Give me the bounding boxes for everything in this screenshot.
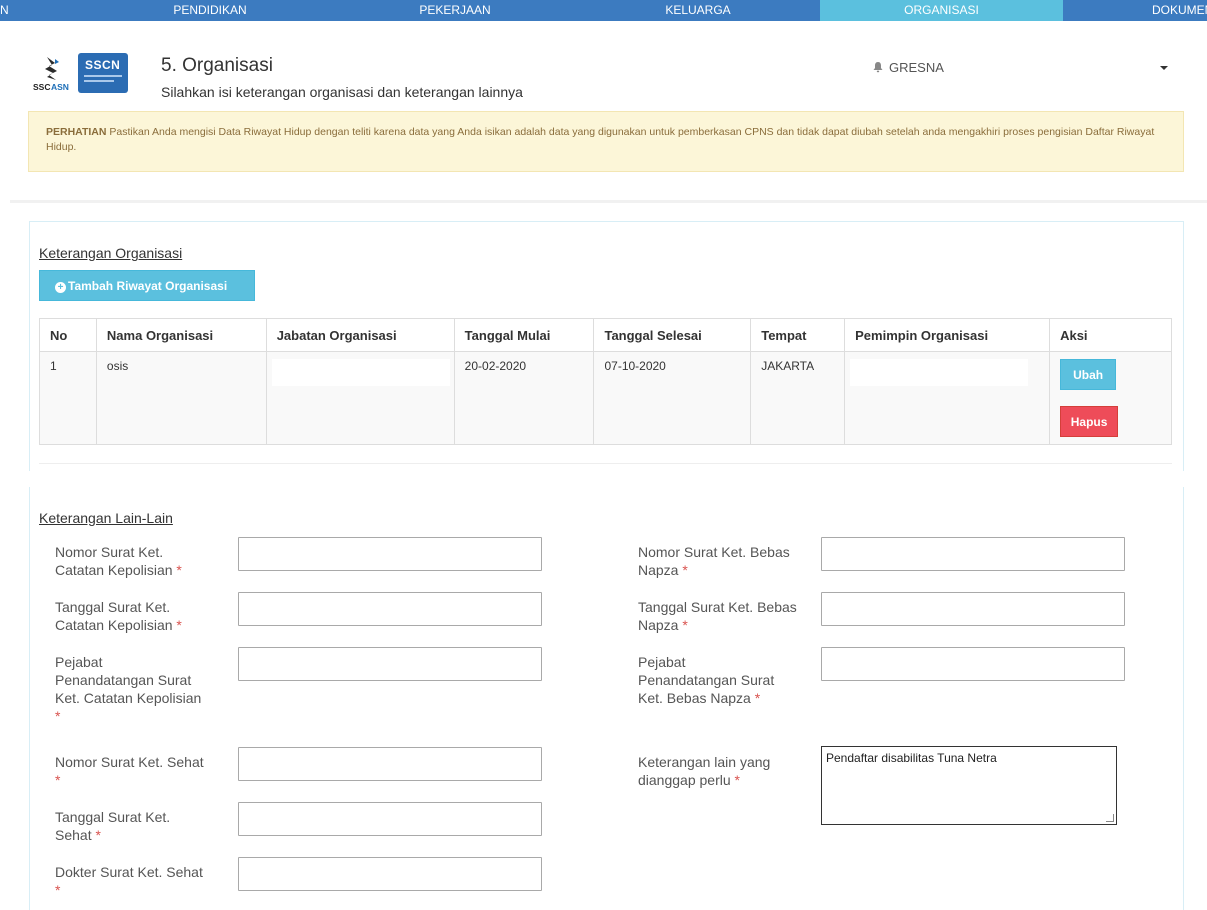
label-tanggal-sehat: Tanggal Surat Ket. Sehat *	[55, 809, 171, 843]
column-header: Pemimpin Organisasi	[844, 318, 1051, 352]
sscasn-logo-icon: SSC ASN	[33, 57, 69, 92]
pejabat-napza-input[interactable]	[821, 647, 1125, 681]
user-menu[interactable]: GRESNA	[872, 60, 944, 75]
organisasi-section-title: Keterangan Organisasi	[39, 245, 183, 261]
divider	[39, 463, 1172, 464]
divider	[10, 200, 1207, 203]
nomor-skck-input[interactable]	[238, 537, 542, 571]
tanggal-skck-input[interactable]	[238, 592, 542, 626]
label-pejabat-napza: Pejabat Penandatangan Surat Ket. Bebas N…	[638, 654, 775, 706]
nomor-napza-input[interactable]	[821, 537, 1125, 571]
table-header-row: No Nama Organisasi Jabatan Organisasi Ta…	[39, 318, 1172, 352]
label-dokter-sehat: Dokter Surat Ket. Sehat *	[55, 864, 203, 898]
column-header: Tanggal Selesai	[593, 318, 752, 352]
column-header: Tempat	[750, 318, 846, 352]
tab-keluarga[interactable]: KELUARGA	[638, 0, 758, 21]
cell-no: 1	[39, 351, 97, 445]
cell-nama: osis	[95, 351, 267, 445]
svg-text:ASN: ASN	[51, 82, 69, 92]
lain-lain-section-title: Keterangan Lain-Lain	[39, 510, 173, 526]
table-row: 1 osis 20-02-2020 07-10-2020 JAKARTA Uba…	[39, 351, 1172, 445]
tab-organisasi[interactable]: ORGANISASI	[820, 0, 1063, 21]
alert-strong: PERHATIAN	[46, 126, 107, 138]
label-keterangan-lain: Keterangan lain yang dianggap perlu *	[638, 754, 771, 788]
page-title: 5. Organisasi	[161, 55, 273, 76]
cell-pemimpin	[844, 351, 1051, 445]
tab-dokumen[interactable]: DOKUMEN	[1145, 0, 1207, 21]
top-nav: N PENDIDIKAN PEKERJAAN KELUARGA ORGANISA…	[0, 0, 1207, 21]
dokter-sehat-input[interactable]	[238, 857, 542, 891]
user-name: GRESNA	[889, 60, 944, 75]
label-pejabat-skck: Pejabat Penandatangan Surat Ket. Catatan…	[55, 654, 202, 724]
label-nomor-napza: Nomor Surat Ket. Bebas Napza *	[638, 544, 790, 578]
page-subtitle: Silahkan isi keterangan organisasi dan k…	[161, 84, 523, 100]
cell-jabatan	[265, 351, 455, 445]
add-organisasi-button[interactable]: + Tambah Riwayat Organisasi	[39, 270, 255, 301]
resize-handle-icon[interactable]	[1106, 814, 1114, 822]
column-header: No	[39, 318, 97, 352]
edit-button[interactable]: Ubah	[1060, 359, 1117, 390]
nomor-sehat-input[interactable]	[238, 747, 542, 781]
tanggal-napza-input[interactable]	[821, 592, 1125, 626]
label-nomor-sehat: Nomor Surat Ket. Sehat *	[55, 754, 204, 788]
organisasi-table: No Nama Organisasi Jabatan Organisasi Ta…	[39, 318, 1172, 445]
sscn-logo: SSCN	[78, 53, 128, 93]
add-organisasi-label: Tambah Riwayat Organisasi	[68, 279, 228, 293]
label-nomor-skck: Nomor Surat Ket. Catatan Kepolisian *	[55, 544, 182, 578]
alert-text: Pastikan Anda mengisi Data Riwayat Hidup…	[46, 126, 1155, 153]
warning-alert: PERHATIAN Pastikan Anda mengisi Data Riw…	[28, 111, 1184, 172]
column-header: Jabatan Organisasi	[265, 318, 455, 352]
pejabat-skck-input[interactable]	[238, 647, 542, 681]
keterangan-lain-value: Pendaftar disabilitas Tuna Netra	[826, 751, 997, 765]
cell-mulai: 20-02-2020	[453, 351, 595, 445]
tab-pekerjaan[interactable]: PEKERJAAN	[395, 0, 515, 21]
keterangan-lain-textarea[interactable]: Pendaftar disabilitas Tuna Netra	[821, 746, 1117, 825]
label-tanggal-napza: Tanggal Surat Ket. Bebas Napza *	[638, 599, 797, 633]
column-header: Aksi	[1049, 318, 1172, 352]
svg-text:SSC: SSC	[33, 82, 50, 92]
cell-selesai: 07-10-2020	[593, 351, 752, 445]
cell-aksi: Ubah Hapus	[1049, 351, 1172, 445]
tab-pendidikan[interactable]: PENDIDIKAN	[150, 0, 270, 21]
sscn-logo-text: SSCN	[85, 58, 121, 72]
jabatan-value	[271, 359, 450, 386]
chevron-down-icon[interactable]	[1160, 66, 1168, 70]
logo: SSC ASN SSCN	[33, 53, 129, 93]
column-header: Nama Organisasi	[95, 318, 267, 352]
plus-circle-icon: +	[55, 282, 66, 293]
label-tanggal-skck: Tanggal Surat Ket. Catatan Kepolisian *	[55, 599, 182, 633]
pemimpin-value	[850, 359, 1029, 386]
delete-button[interactable]: Hapus	[1060, 406, 1119, 437]
column-header: Tanggal Mulai	[453, 318, 595, 352]
cell-tempat: JAKARTA	[750, 351, 846, 445]
bell-icon	[873, 62, 883, 73]
tab-prev[interactable]: N	[0, 0, 14, 21]
tanggal-sehat-input[interactable]	[238, 802, 542, 836]
